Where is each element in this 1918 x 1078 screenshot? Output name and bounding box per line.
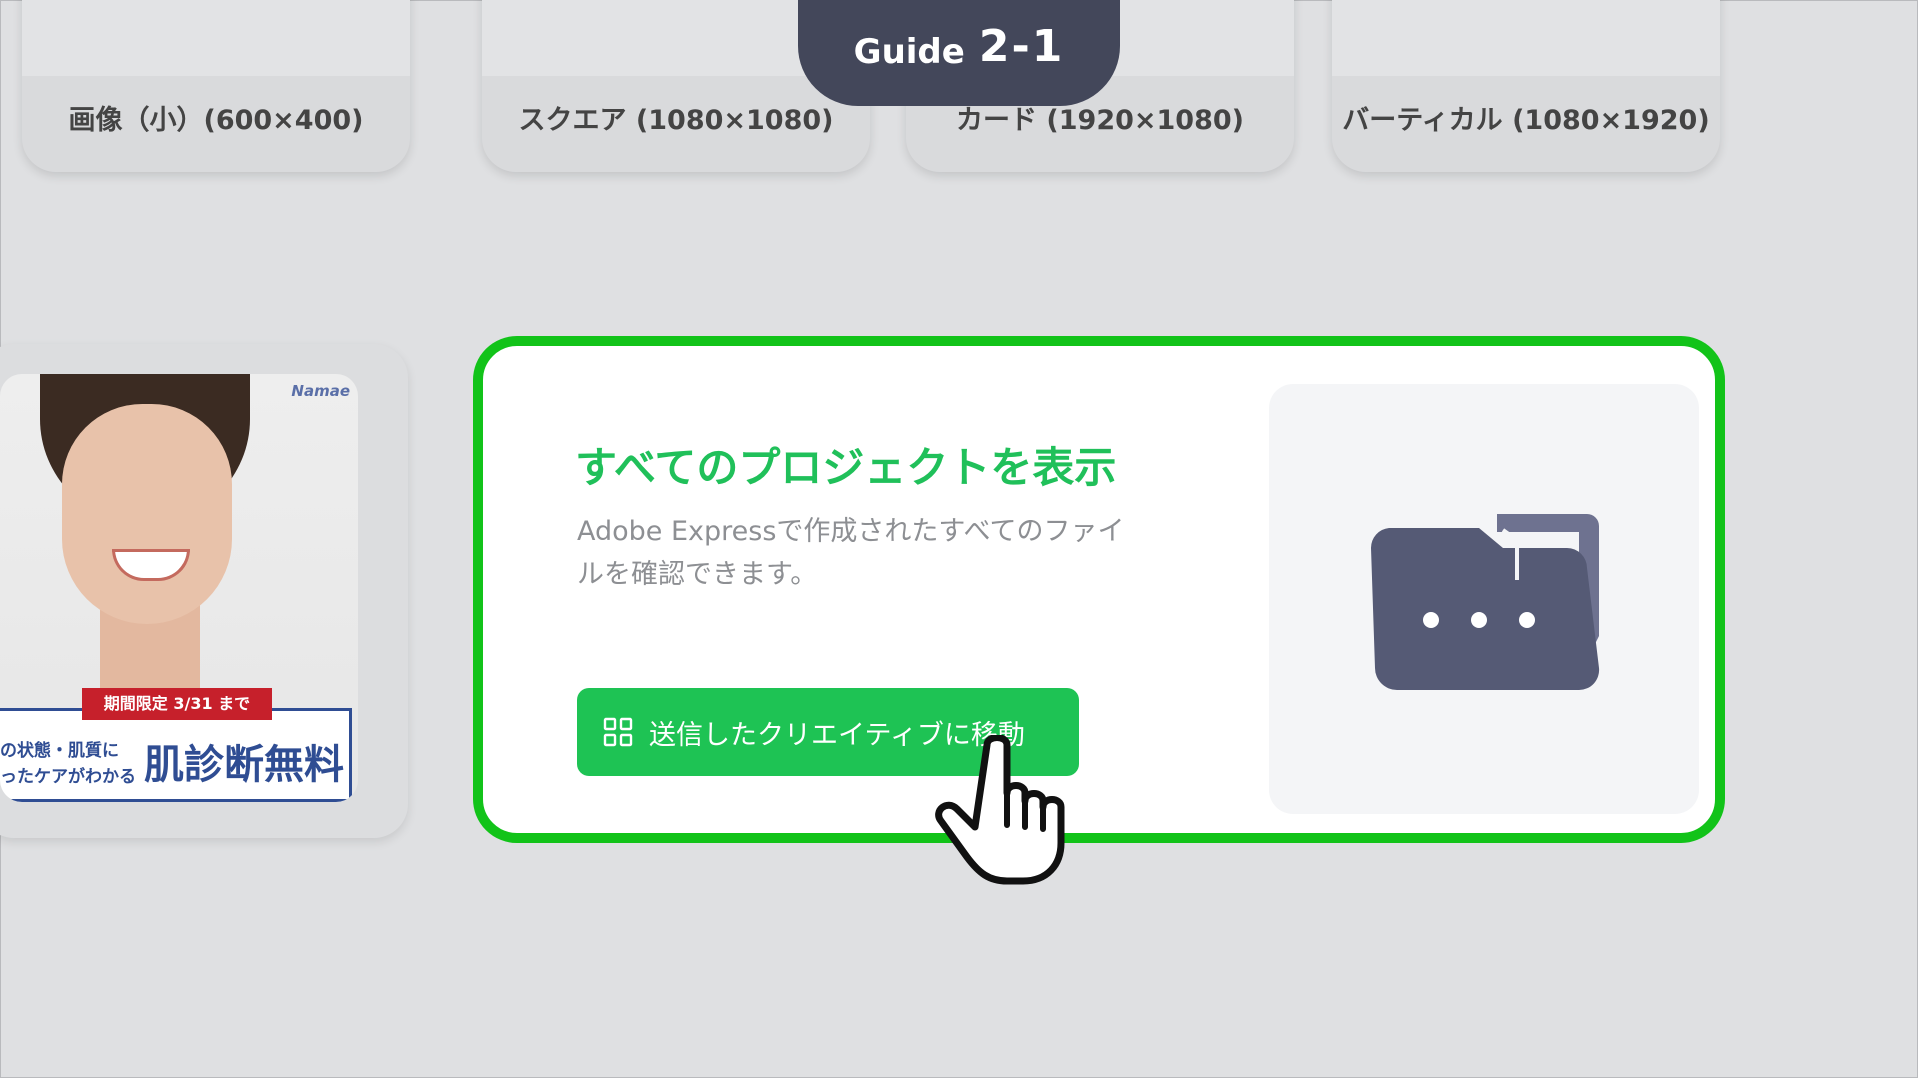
guide-step-badge: Guide 2-1 [798, 0, 1120, 106]
view-all-projects-card[interactable]: すべてのプロジェクトを表示 Adobe Expressで作成されたすべてのファイ… [473, 336, 1725, 843]
ad-headline: 肌診断無料 [144, 742, 344, 788]
size-card-label: 画像（小）(600×400) [68, 105, 364, 136]
grid-icon [603, 717, 633, 747]
hand-pointer-icon [935, 735, 1065, 885]
size-card-vertical[interactable]: バーティカル (1080×1920) [1332, 0, 1720, 172]
size-card-label: スクエア (1080×1080) [518, 105, 834, 136]
guide-label: Guide [853, 32, 965, 72]
size-card-thumbnail [1332, 0, 1720, 76]
ad-subtext-line2: ったケアがわかる [0, 767, 136, 787]
ad-ribbon: 期間限定 3/31 まで [82, 688, 272, 720]
guide-step-number: 2-1 [978, 21, 1065, 72]
ad-creative-image: Namae 期間限定 3/31 まで の状態・肌質に ったケアがわかる 肌診断無… [0, 374, 358, 802]
size-card-thumbnail [22, 0, 410, 76]
size-card-small-image[interactable]: 画像（小）(600×400) [22, 0, 410, 172]
card-title: すべてのプロジェクトを表示 [575, 443, 1117, 492]
ad-subtext-line1: の状態・肌質に [0, 741, 119, 761]
ad-brand-logo: Namae [291, 382, 350, 400]
folder-icon [1370, 514, 1600, 691]
card-description: Adobe Expressで作成されたすべてのファイルを確認できます。 [577, 516, 1125, 590]
project-thumbnail-card[interactable]: Namae 期間限定 3/31 まで の状態・肌質に ったケアがわかる 肌診断無… [0, 344, 408, 838]
ad-person-face [62, 404, 232, 624]
folder-illustration [1269, 384, 1699, 814]
size-card-label: バーティカル (1080×1920) [1342, 105, 1710, 136]
